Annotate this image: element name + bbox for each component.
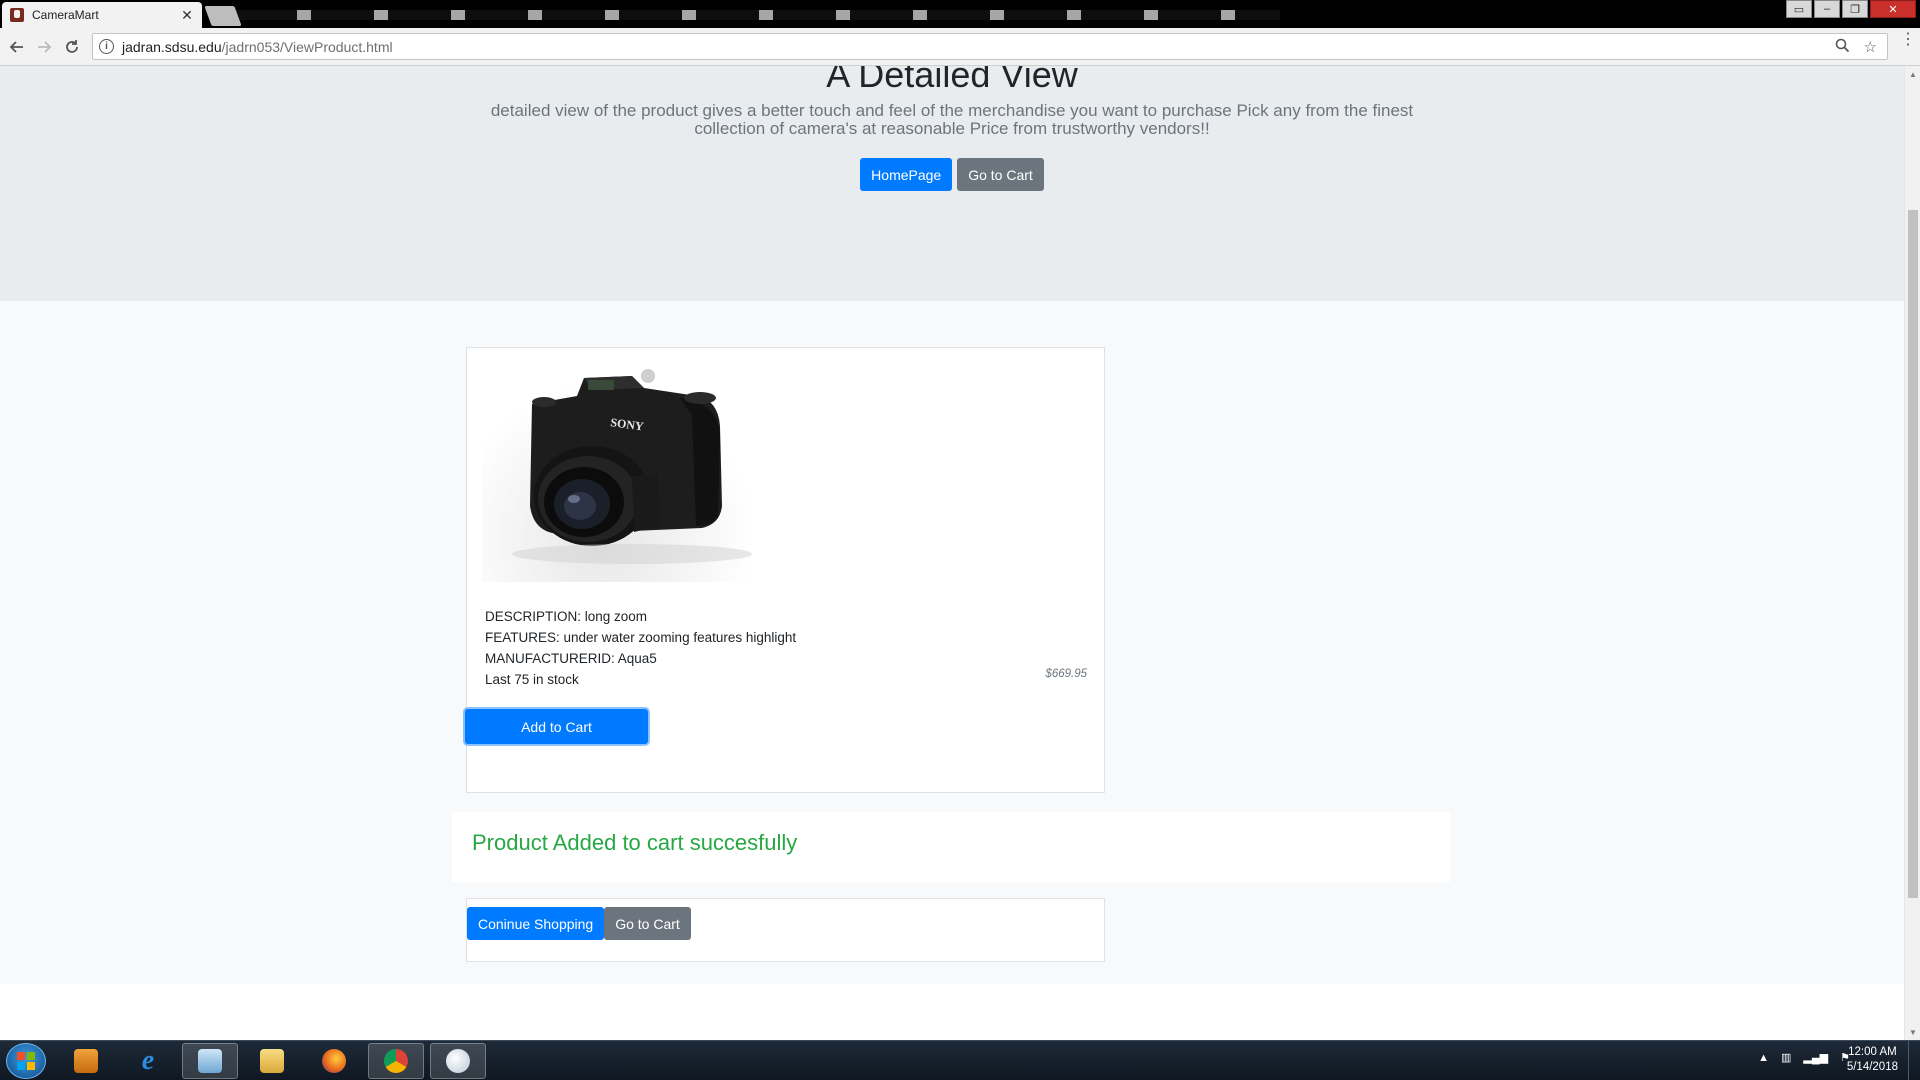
minimize-icon[interactable]: –: [1814, 0, 1840, 18]
camera-image: SONY: [482, 356, 782, 582]
user-icon[interactable]: ▭: [1786, 0, 1812, 18]
network-icon[interactable]: ▥: [1781, 1051, 1791, 1064]
url-path: /jadrn053/ViewProduct.html: [221, 38, 393, 55]
browser-tab[interactable]: CameraMart ✕: [2, 2, 202, 28]
add-to-cart-button[interactable]: Add to Cart: [465, 709, 648, 744]
taskbar: e ▲ ▥ ▂▄▆ ⚑ 12:00 AM 5/14/2018: [0, 1040, 1920, 1080]
file-manager-icon[interactable]: [182, 1043, 238, 1079]
tabstrip-background: [220, 10, 1280, 20]
paint-icon[interactable]: [430, 1043, 486, 1079]
scrollbar-thumb[interactable]: [1908, 210, 1918, 898]
address-bar-actions: ☆: [1835, 38, 1877, 57]
new-tab-button[interactable]: [204, 6, 242, 26]
homepage-button[interactable]: HomePage: [860, 158, 953, 191]
tray-expand-icon[interactable]: ▲: [1758, 1052, 1769, 1064]
hero-button-group: HomePage Go to Cart: [0, 158, 1904, 191]
success-message-box: Product Added to cart succesfully: [452, 812, 1450, 882]
address-bar[interactable]: i jadran.sdsu.edu /jadrn053/ViewProduct.…: [92, 33, 1888, 60]
url-host: jadran.sdsu.edu: [122, 38, 222, 55]
firefox-icon[interactable]: [306, 1043, 362, 1079]
success-message: Product Added to cart succesfully: [472, 830, 798, 855]
reload-icon[interactable]: [61, 36, 83, 58]
internet-explorer-icon[interactable]: e: [120, 1043, 176, 1079]
signal-icon[interactable]: ▂▄▆: [1803, 1051, 1828, 1064]
hero-section: A Detailed View detailed view of the pro…: [0, 66, 1904, 336]
chrome-icon[interactable]: [368, 1043, 424, 1079]
star-icon[interactable]: ☆: [1864, 38, 1877, 57]
product-card: SONY DESCRIPTION: long zoom FEATURES: un…: [465, 347, 1105, 793]
restore-icon[interactable]: ❐: [1842, 0, 1868, 18]
media-player-icon[interactable]: [58, 1043, 114, 1079]
clock-date: 5/14/2018: [1846, 1061, 1898, 1073]
browser-toolbar: i jadran.sdsu.edu /jadrn053/ViewProduct.…: [0, 28, 1920, 66]
folder-icon[interactable]: [244, 1043, 300, 1079]
windows-start-icon[interactable]: [6, 1043, 46, 1079]
hero-go-to-cart-button[interactable]: Go to Cart: [957, 158, 1044, 191]
go-to-cart-button[interactable]: Go to Cart: [604, 907, 691, 940]
tab-close-icon[interactable]: ✕: [180, 7, 194, 24]
window-controls: ▭ – ❐ ✕: [1786, 0, 1916, 18]
hero-lead-text: detailed view of the product gives a bet…: [490, 101, 1414, 138]
product-price: $669.95: [1045, 668, 1087, 680]
cart-actions-button-group: Coninue Shopping Go to Cart: [467, 907, 691, 940]
product-manufacturer: MANUFACTURERID: Aqua5: [485, 651, 657, 666]
tab-title: CameraMart: [32, 8, 99, 22]
clock[interactable]: 12:00 AM 5/14/2018: [1847, 1045, 1898, 1075]
system-tray: ▲ ▥ ▂▄▆ ⚑: [1758, 1051, 1850, 1065]
product-stock: Last 75 in stock: [485, 672, 579, 687]
page-title: A Detailed View: [826, 66, 1078, 95]
scroll-up-icon[interactable]: ▲: [1905, 66, 1920, 82]
scroll-down-icon[interactable]: ▼: [1905, 1024, 1920, 1040]
forward-arrow-icon[interactable]: [33, 36, 55, 58]
page-viewport: A Detailed View detailed view of the pro…: [0, 66, 1904, 1040]
browser-tabstrip: CameraMart ✕ ▭ – ❐ ✕: [0, 0, 1920, 28]
cart-actions-card: Coninue Shopping Go to Cart: [466, 898, 1105, 962]
show-desktop-button[interactable]: [1908, 1041, 1920, 1080]
back-arrow-icon[interactable]: [6, 36, 28, 58]
menu-icon[interactable]: ⋮: [1900, 32, 1916, 48]
product-details: DESCRIPTION: long zoom FEATURES: under w…: [485, 606, 796, 690]
page-scrollbar[interactable]: ▲ ▼: [1904, 66, 1920, 1040]
favicon-icon: [10, 8, 24, 22]
info-icon[interactable]: i: [99, 39, 114, 54]
product-features: FEATURES: under water zooming features h…: [485, 630, 797, 645]
clock-time: 12:00 AM: [1848, 1046, 1897, 1058]
window-close-icon[interactable]: ✕: [1870, 0, 1916, 18]
continue-shopping-button[interactable]: Coninue Shopping: [467, 907, 605, 940]
zoom-icon[interactable]: [1835, 38, 1850, 57]
product-description: DESCRIPTION: long zoom: [485, 609, 648, 624]
product-section: SONY DESCRIPTION: long zoom FEATURES: un…: [0, 301, 1904, 984]
